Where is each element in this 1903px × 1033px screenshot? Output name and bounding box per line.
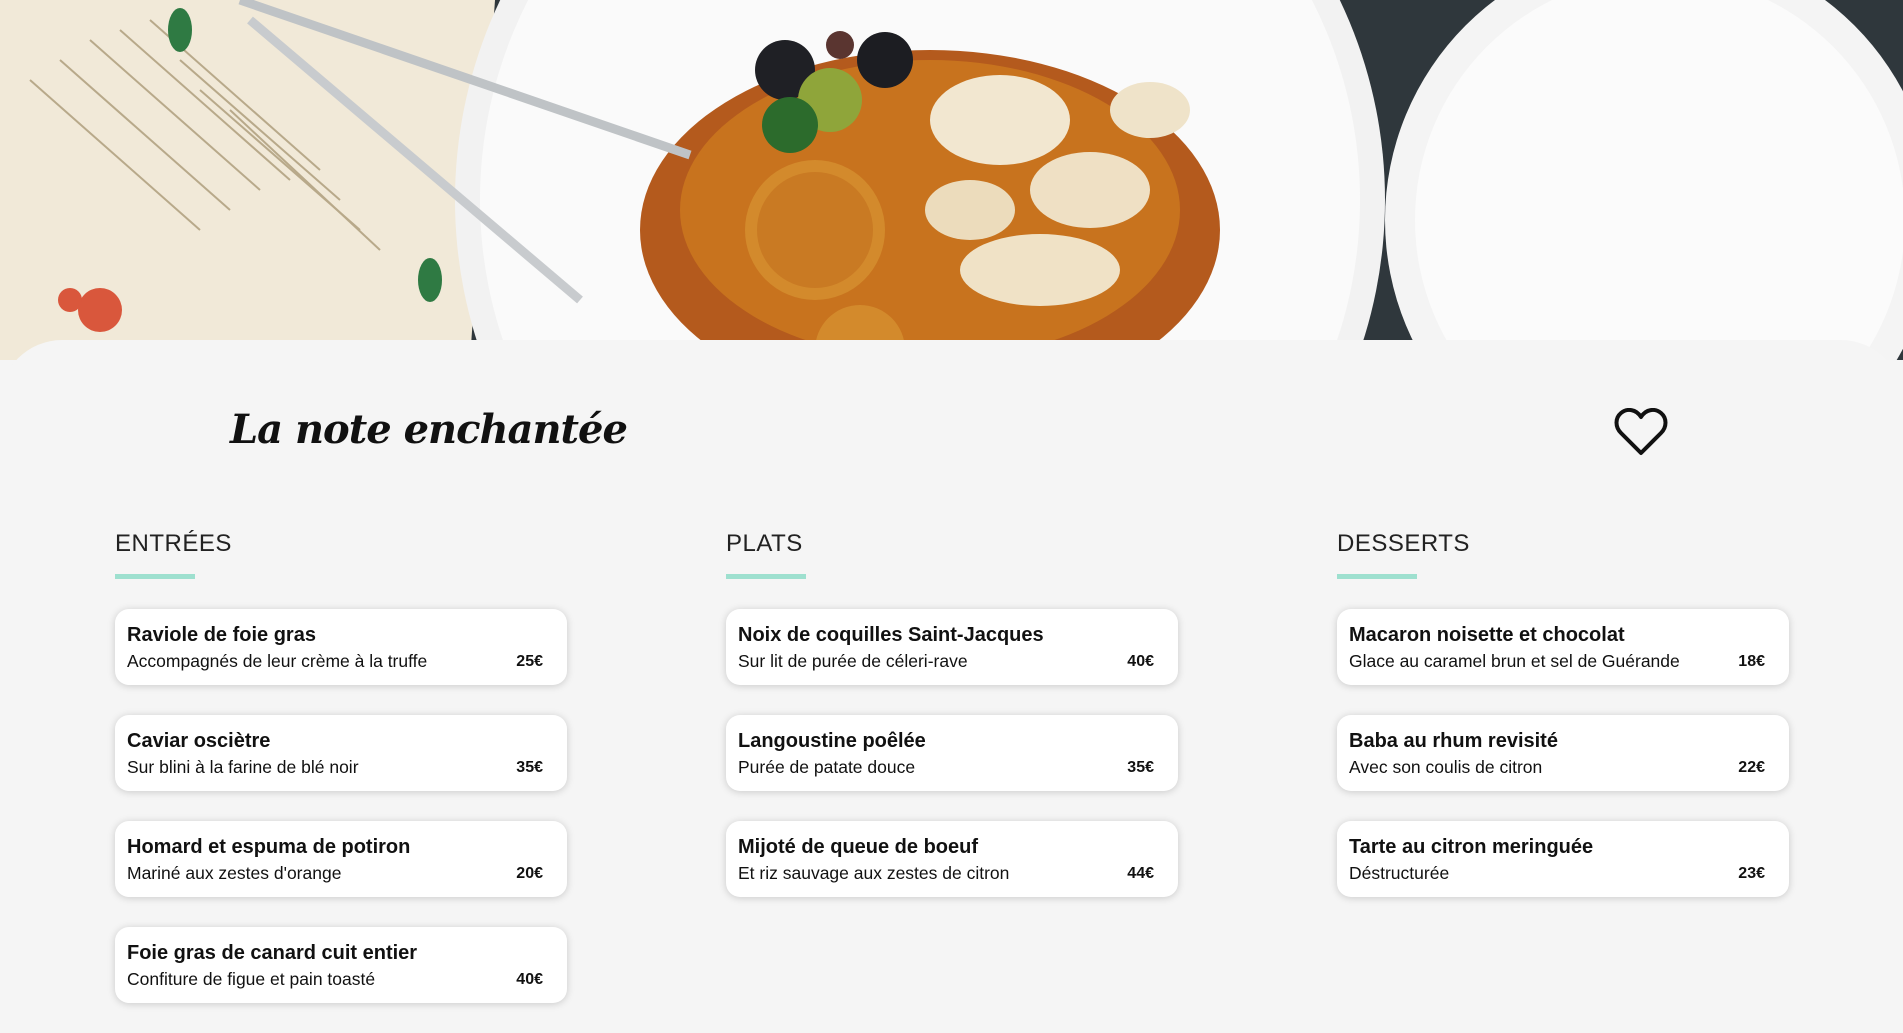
menu-item-card[interactable]: Langoustine poêlée Purée de patate douce…: [726, 715, 1178, 791]
dish-name: Raviole de foie gras: [127, 624, 316, 646]
dish-description: Glace au caramel brun et sel de Guérande: [1349, 651, 1680, 671]
dish-name: Mijoté de queue de boeuf: [738, 836, 979, 858]
heart-icon: [1614, 407, 1668, 455]
section-title-entrees: ENTRÉES: [115, 530, 232, 557]
menu-item-card[interactable]: Raviole de foie gras Accompagnés de leur…: [115, 609, 567, 685]
menu-item-card[interactable]: Mijoté de queue de boeuf Et riz sauvage …: [726, 821, 1178, 897]
dish-price: 35€: [516, 759, 543, 776]
menu-item-card[interactable]: Macaron noisette et chocolat Glace au ca…: [1337, 609, 1789, 685]
dish-name: Macaron noisette et chocolat: [1349, 624, 1625, 646]
dish-name: Baba au rhum revisité: [1349, 730, 1558, 752]
dish-description: Sur blini à la farine de blé noir: [127, 757, 359, 777]
plats-section: PLATS Noix de coquilles Saint-Jacques Su…: [726, 530, 1178, 927]
dish-name: Langoustine poêlée: [738, 730, 926, 752]
dish-description: Sur lit de purée de céleri-rave: [738, 651, 968, 671]
menu-item-card[interactable]: Caviar osciètre Sur blini à la farine de…: [115, 715, 567, 791]
dish-name: Foie gras de canard cuit entier: [127, 942, 418, 964]
section-underline: [115, 574, 195, 579]
dish-description: Confiture de figue et pain toasté: [127, 969, 376, 989]
dish-description: Déstructurée: [1349, 863, 1450, 883]
dish-description: Purée de patate douce: [738, 757, 916, 777]
menu-item-card[interactable]: Homard et espuma de potiron Mariné aux z…: [115, 821, 567, 897]
dish-description: Accompagnés de leur crème à la truffe: [127, 651, 428, 671]
restaurant-title: La note enchantée: [230, 406, 628, 453]
dish-name: Caviar osciètre: [127, 730, 271, 752]
dish-price: 40€: [516, 971, 543, 988]
menu-panel: La note enchantée ENTRÉES Raviole de foi…: [0, 340, 1903, 1003]
dish-description: Mariné aux zestes d'orange: [127, 863, 342, 883]
dish-name: Tarte au citron meringuée: [1349, 836, 1594, 858]
food-photo: [0, 0, 1903, 360]
dish-price: 40€: [1127, 653, 1154, 670]
menu-item-card[interactable]: Noix de coquilles Saint-Jacques Sur lit …: [726, 609, 1178, 685]
dish-price: 20€: [516, 865, 543, 882]
entrees-section: ENTRÉES Raviole de foie gras Accompagnés…: [115, 530, 567, 1033]
desserts-section: DESSERTS Macaron noisette et chocolat Gl…: [1337, 530, 1789, 927]
section-underline: [726, 574, 806, 579]
section-title-desserts: DESSERTS: [1337, 530, 1470, 557]
dish-price: 25€: [516, 653, 543, 670]
dish-price: 44€: [1127, 865, 1154, 882]
dish-price: 18€: [1738, 653, 1765, 670]
dish-description: Et riz sauvage aux zestes de citron: [738, 863, 1010, 883]
menu-item-card[interactable]: Tarte au citron meringuée Déstructurée 2…: [1337, 821, 1789, 897]
dish-price: 23€: [1738, 865, 1765, 882]
favorite-button[interactable]: [1614, 407, 1668, 458]
menu-item-card[interactable]: Baba au rhum revisité Avec son coulis de…: [1337, 715, 1789, 791]
menu-item-card[interactable]: Foie gras de canard cuit entier Confitur…: [115, 927, 567, 1003]
dish-price: 22€: [1738, 759, 1765, 776]
dish-name: Noix de coquilles Saint-Jacques: [738, 624, 1044, 646]
section-title-plats: PLATS: [726, 530, 803, 557]
dish-price: 35€: [1127, 759, 1154, 776]
section-underline: [1337, 574, 1417, 579]
dish-name: Homard et espuma de potiron: [127, 836, 411, 858]
hero-image: [0, 0, 1903, 360]
dish-description: Avec son coulis de citron: [1349, 757, 1543, 777]
